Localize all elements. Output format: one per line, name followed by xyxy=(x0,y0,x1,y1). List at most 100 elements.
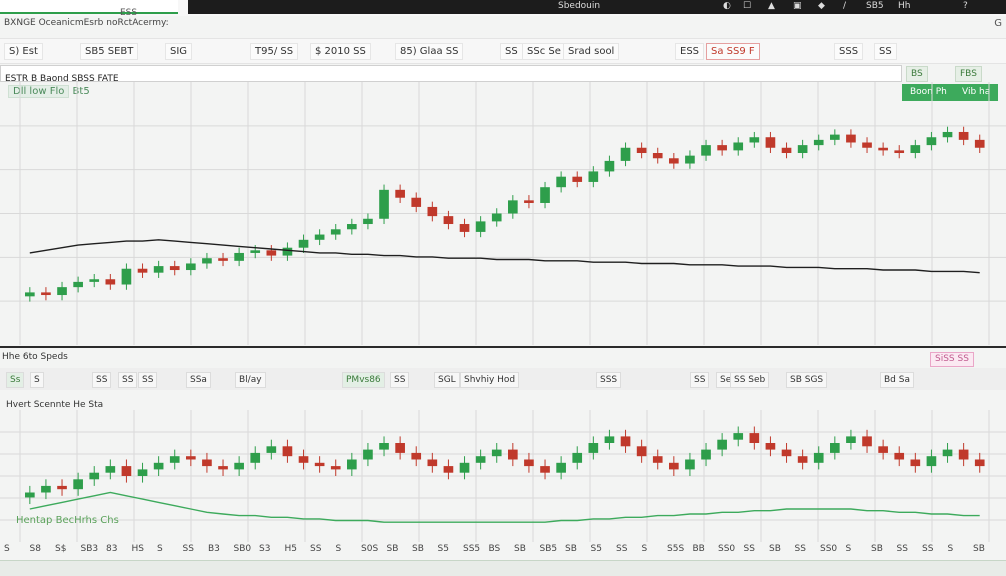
candle-body xyxy=(636,147,647,154)
toolbar-item[interactable]: Srad sool xyxy=(563,43,620,60)
candle-body xyxy=(427,459,438,467)
active-tab-label: ESS xyxy=(120,8,138,18)
toolbar2-item[interactable]: Shvhiy Hod xyxy=(460,372,520,388)
toolbar2-item[interactable]: PMvs86 xyxy=(342,372,385,388)
toolbar-item[interactable]: SS xyxy=(500,43,523,60)
topbar-icon-4[interactable]: ◆ xyxy=(818,1,825,11)
time-axis-tick: S xyxy=(845,544,852,554)
toolbar-item[interactable]: SSS xyxy=(834,43,864,60)
toolbar2-item[interactable]: SS xyxy=(138,372,158,388)
toolbar2-item[interactable]: SS Seb xyxy=(730,372,770,388)
candle-body xyxy=(524,459,534,467)
lower-panel-button[interactable]: SiSS SS xyxy=(930,352,974,367)
topbar-icon-7[interactable]: Hh xyxy=(898,1,910,11)
toolbar-item[interactable]: T95/ SS xyxy=(250,43,299,60)
toolbar2-item[interactable]: Ss xyxy=(6,372,25,388)
candle-body xyxy=(363,449,373,460)
toolbar2-item[interactable]: SS xyxy=(690,372,710,388)
candle-body xyxy=(475,221,486,232)
candle-body xyxy=(588,171,599,182)
topbar-icon-3[interactable]: ▣ xyxy=(793,1,802,11)
candle-body xyxy=(459,462,470,473)
time-axis-tick: S xyxy=(947,544,954,554)
candle-body xyxy=(926,456,937,467)
candle-body xyxy=(813,139,824,146)
topbar-icon-8[interactable]: ? xyxy=(963,1,968,11)
time-axis-tick: SS xyxy=(794,544,806,554)
toolbar2-item[interactable]: Bl/ay xyxy=(235,372,266,388)
toolbar-item[interactable]: $ 2010 SS xyxy=(310,43,371,60)
candle-body xyxy=(926,137,937,146)
toolbar-item[interactable]: S) Est xyxy=(4,43,43,60)
active-tab[interactable]: ESS xyxy=(0,0,178,18)
time-axis-tick: SS xyxy=(182,544,194,554)
time-axis-tick: SB xyxy=(412,544,424,554)
toolbar-item[interactable]: SB5 SEBT xyxy=(80,43,139,60)
candle-body xyxy=(830,134,840,140)
candle-body xyxy=(41,292,51,296)
time-axis-tick: S3 xyxy=(259,544,271,554)
candle-body xyxy=(974,139,985,148)
candle-body xyxy=(830,443,840,453)
candle-body xyxy=(556,176,566,188)
candle-body xyxy=(797,456,808,463)
candle-body xyxy=(878,446,888,453)
candle-body xyxy=(443,466,454,473)
candle-body xyxy=(862,436,872,447)
symbol-input[interactable]: ESTR B Baond SBSS FATE xyxy=(0,65,902,84)
toolbar-item[interactable]: 85) Glaa SS xyxy=(395,43,464,60)
toolbar-item[interactable]: SSc Se xyxy=(522,43,566,60)
time-axis-tick: SS xyxy=(922,544,934,554)
toolbar2-item[interactable]: SSa xyxy=(186,372,211,388)
time-axis-tick: SS xyxy=(743,544,755,554)
candle-body xyxy=(89,472,100,480)
candle-body xyxy=(894,150,905,154)
candle-body xyxy=(508,200,518,214)
toolbar2-item[interactable]: SB SGS xyxy=(786,372,828,388)
toolbar-item-alert[interactable]: Sa SS9 F xyxy=(706,43,760,60)
time-axis-tick: SB xyxy=(514,544,526,554)
toolbar2-item[interactable]: Bd Sa xyxy=(880,372,914,388)
toolbar2-item[interactable]: SSS xyxy=(596,372,622,388)
candle-body xyxy=(266,446,277,453)
topbar-icon-1[interactable]: ☐ xyxy=(743,1,751,11)
candle-body xyxy=(572,176,583,182)
candle-body xyxy=(234,252,244,261)
candle-body xyxy=(395,189,405,198)
candle-body xyxy=(717,145,727,151)
corner-label: G xyxy=(994,18,1002,29)
candle-body xyxy=(701,449,711,460)
candle-body xyxy=(330,229,341,235)
candle-body xyxy=(652,153,663,159)
topbar-icon-5[interactable]: / xyxy=(843,1,846,11)
topbar-icon-6[interactable]: SB5 xyxy=(866,1,884,11)
candle-body xyxy=(218,466,228,470)
price-chart[interactable] xyxy=(0,82,1006,345)
candle-body xyxy=(57,485,67,490)
topbar-icon-0[interactable]: ◐ xyxy=(723,1,731,11)
indicator-chart[interactable] xyxy=(0,410,1006,542)
candle-body xyxy=(121,268,132,285)
candle-body xyxy=(186,263,196,271)
panel-divider[interactable] xyxy=(0,346,1006,348)
candle-body xyxy=(347,459,357,470)
candle-body xyxy=(314,462,325,467)
candle-body xyxy=(57,287,67,296)
toolbar-item[interactable]: SS xyxy=(874,43,897,60)
toolbar2-item[interactable]: SS xyxy=(118,372,138,388)
symbol-button[interactable]: FBS xyxy=(955,66,982,82)
candle-body xyxy=(604,436,615,443)
candle-body xyxy=(652,456,663,463)
toolbar-item[interactable]: ESS xyxy=(675,43,705,60)
toolbar2-item[interactable]: SGL xyxy=(434,372,460,388)
topbar-icon-2[interactable]: ▲ xyxy=(768,1,775,11)
symbol-button[interactable]: BS xyxy=(906,66,928,82)
time-axis-tick: BB xyxy=(692,544,705,554)
candle-body xyxy=(491,449,502,457)
moving-average-line xyxy=(29,491,980,523)
time-axis-tick: SS xyxy=(896,544,908,554)
toolbar2-item[interactable]: SS xyxy=(92,372,112,388)
toolbar2-item[interactable]: SS xyxy=(390,372,410,388)
toolbar2-item[interactable]: S xyxy=(30,372,44,388)
toolbar-item[interactable]: SIG xyxy=(165,43,193,60)
